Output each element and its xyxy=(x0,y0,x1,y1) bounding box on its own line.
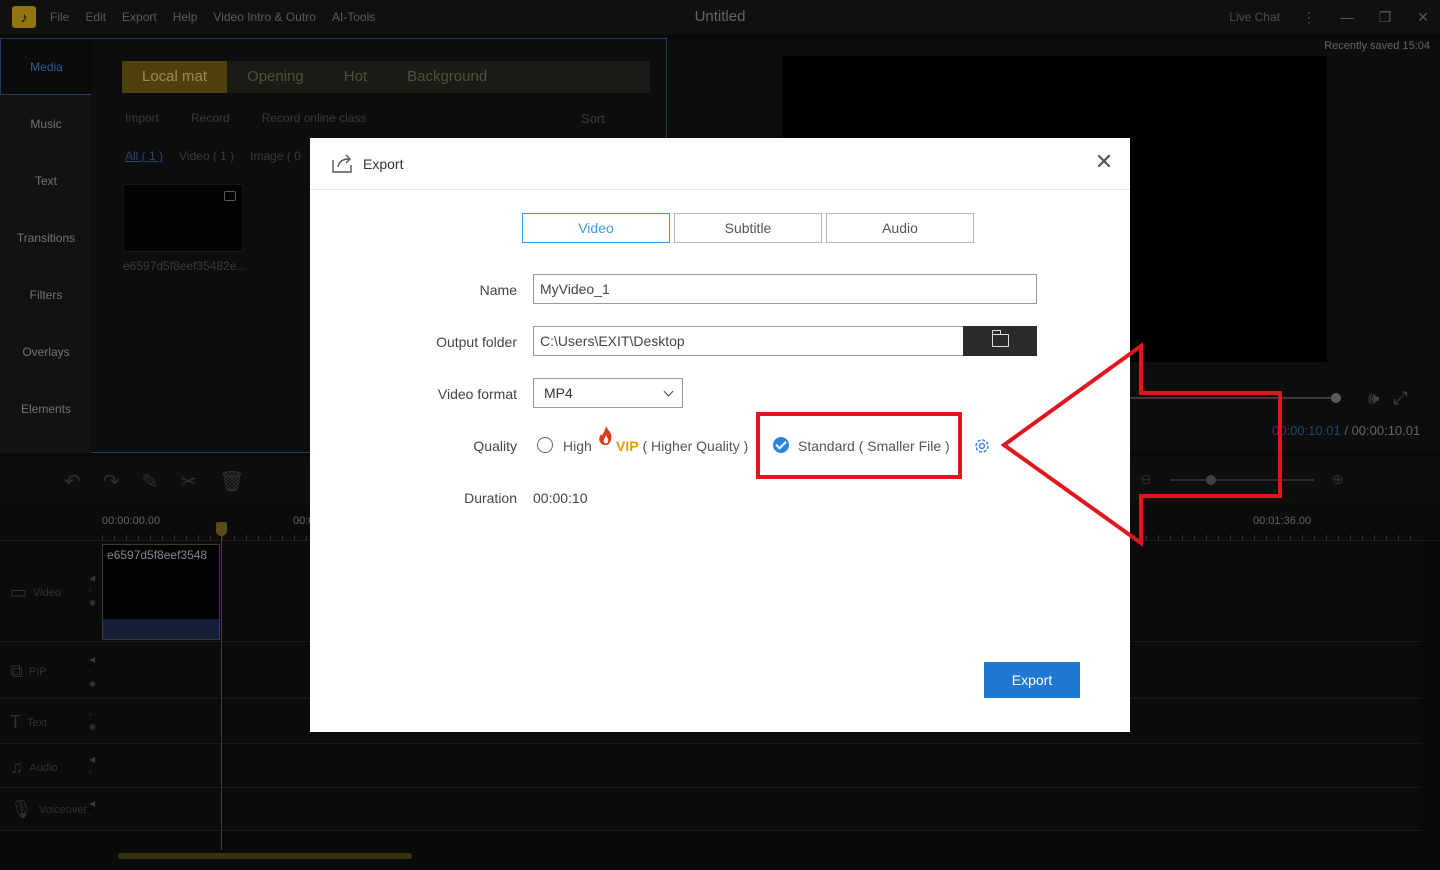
quality-high-label[interactable]: High xyxy=(563,438,592,454)
gear-icon[interactable] xyxy=(972,436,992,456)
quality-high-radio[interactable] xyxy=(537,437,553,453)
output-folder-field[interactable]: C:\Users\EXIT\Desktop xyxy=(533,326,964,356)
export-tabs: Video Subtitle Audio xyxy=(522,213,974,243)
vip-badge: VIP xyxy=(616,438,639,454)
name-field[interactable]: MyVideo_1 xyxy=(533,274,1037,304)
close-icon[interactable]: ✕ xyxy=(1094,151,1114,173)
tab-audio[interactable]: Audio xyxy=(826,213,974,243)
quality-label: Quality xyxy=(473,438,517,454)
quality-high-description: ( Higher Quality ) xyxy=(642,438,749,454)
quality-high-note: VIP ( Higher Quality ) xyxy=(616,438,748,454)
tab-video[interactable]: Video xyxy=(522,213,670,243)
output-folder-label: Output folder xyxy=(436,334,517,350)
video-format-select[interactable]: MP4 xyxy=(533,378,683,408)
name-label: Name xyxy=(479,282,517,298)
video-format-value: MP4 xyxy=(544,385,573,401)
export-button[interactable]: Export xyxy=(984,662,1080,698)
video-format-label: Video format xyxy=(437,386,517,402)
dialog-title: Export xyxy=(363,156,404,172)
fire-icon xyxy=(599,426,612,446)
annotation-arrow xyxy=(1000,342,1282,547)
export-icon xyxy=(332,154,352,173)
annotation-highlight-box xyxy=(756,412,962,479)
dialog-header: Export ✕ xyxy=(310,138,1130,190)
chevron-down-icon xyxy=(663,386,674,397)
duration-label: Duration xyxy=(464,490,517,506)
duration-value: 00:00:10 xyxy=(533,490,588,506)
tab-subtitle[interactable]: Subtitle xyxy=(674,213,822,243)
